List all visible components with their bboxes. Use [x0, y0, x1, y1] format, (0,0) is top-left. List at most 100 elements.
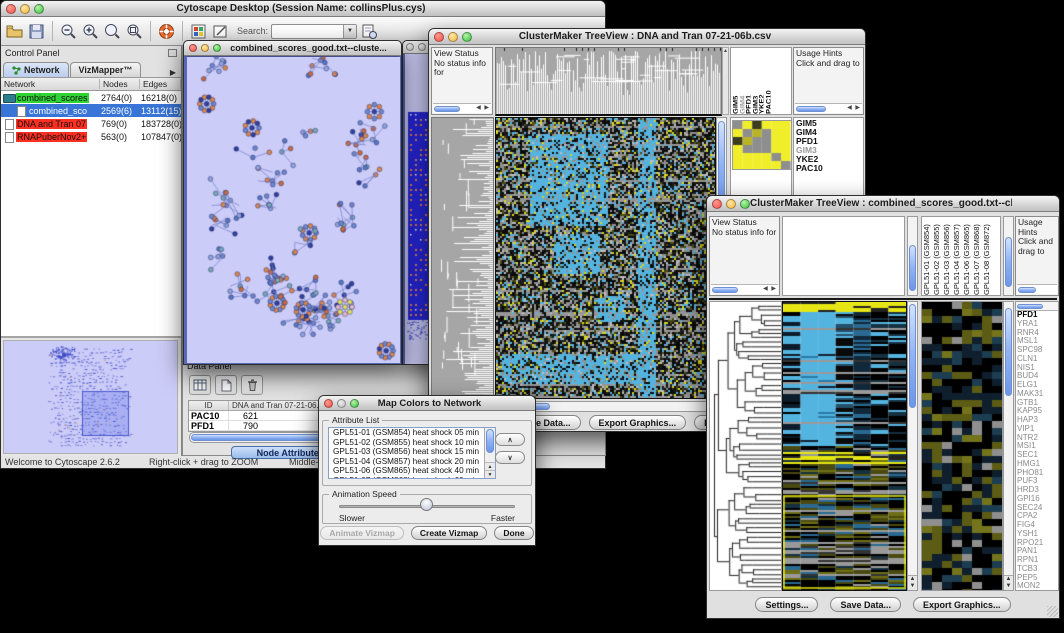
- column-dendrogram-area[interactable]: [782, 216, 905, 296]
- minimize-icon[interactable]: [201, 44, 209, 52]
- attribute-list-item[interactable]: GPL51-07 (GSM868) heat shock 60 min: [331, 476, 495, 479]
- zoom-icon[interactable]: [34, 4, 44, 14]
- network-list-row[interactable]: combined_scores 2764(0) 16218(0): [1, 91, 181, 104]
- gene-label[interactable]: PAC10: [796, 164, 861, 173]
- network-view-canvas[interactable]: [187, 57, 400, 363]
- minimize-icon[interactable]: [20, 4, 30, 14]
- zoom-in-icon[interactable]: [81, 22, 100, 41]
- close-icon[interactable]: [189, 44, 197, 52]
- zoom-icon[interactable]: [350, 399, 359, 408]
- id-column-header[interactable]: ID: [189, 401, 229, 410]
- column-label[interactable]: PFD1: [744, 48, 751, 114]
- close-icon[interactable]: [6, 4, 16, 14]
- usage-hints-scrollbar[interactable]: [1017, 284, 1057, 294]
- help-lifering-icon[interactable]: [157, 22, 176, 41]
- column-label[interactable]: GPL51-06 (GSM865): [962, 217, 972, 295]
- attribute-list-item[interactable]: GPL51-06 (GSM865) heat shock 40 min: [331, 466, 495, 476]
- close-icon[interactable]: [434, 32, 444, 42]
- heatmap-main[interactable]: [782, 301, 907, 591]
- search-combobox[interactable]: [271, 24, 357, 39]
- column-header[interactable]: Edges: [140, 79, 181, 89]
- column-label[interactable]: GPL51-07 (GSM868): [972, 217, 982, 295]
- select-attributes-button[interactable]: [189, 375, 211, 395]
- attribute-list-item[interactable]: GPL51-04 (GSM857) heat shock 20 min: [331, 457, 495, 467]
- minimize-icon[interactable]: [448, 32, 458, 42]
- column-header[interactable]: Nodes: [100, 79, 140, 89]
- zoom-icon[interactable]: [213, 44, 221, 52]
- scroll-up-icon[interactable]: [485, 462, 495, 470]
- scroll-down-icon[interactable]: [485, 470, 495, 478]
- treeview2-titlebar[interactable]: ClusterMaker TreeView : combined_scores_…: [707, 196, 1059, 212]
- network-view-titlebar[interactable]: combined_scores_good.txt--cluste...: [184, 41, 401, 56]
- zoom-out-icon[interactable]: [59, 22, 78, 41]
- row-dendrogram[interactable]: [709, 301, 782, 591]
- heatmap-zoom-view[interactable]: [921, 301, 1003, 591]
- zoom-icon[interactable]: [740, 199, 750, 209]
- dialog-button[interactable]: Create Vizmap: [411, 526, 487, 540]
- column-dendrogram[interactable]: [495, 47, 722, 116]
- zoom-selected-icon[interactable]: [125, 22, 144, 41]
- heatmap-main[interactable]: [495, 117, 716, 399]
- open-session-icon[interactable]: [5, 22, 24, 41]
- float-panel-icon[interactable]: [168, 49, 177, 57]
- network-list-row[interactable]: RNAPuberNov2+ 563(0) 107847(0): [1, 130, 181, 143]
- main-titlebar[interactable]: Cytoscape Desktop (Session Name: collins…: [1, 1, 605, 17]
- annotation-icon[interactable]: [211, 22, 230, 41]
- dialog-button[interactable]: Done: [494, 526, 533, 540]
- attribute-list-item[interactable]: GPL51-01 (GSM854) heat shock 05 min: [331, 428, 495, 438]
- vizmapper-icon[interactable]: [189, 22, 208, 41]
- dialog-titlebar[interactable]: Map Colors to Network: [319, 396, 535, 411]
- network-overview-canvas[interactable]: [3, 340, 178, 454]
- column-label[interactable]: GPL51-04 (GSM857): [952, 217, 962, 295]
- save-session-icon[interactable]: [27, 22, 46, 41]
- attribute-list-item[interactable]: GPL51-02 (GSM855) heat shock 10 min: [331, 438, 495, 448]
- delete-attribute-button[interactable]: [241, 375, 263, 395]
- view-status-scrollbar[interactable]: [433, 103, 491, 113]
- advanced-search-icon[interactable]: [360, 22, 379, 41]
- attribute-listbox[interactable]: GPL51-01 (GSM854) heat shock 05 minGPL51…: [328, 427, 496, 479]
- column-scroll-arrow-icon[interactable]: [722, 47, 729, 115]
- column-label[interactable]: GPL51-02 (GSM855): [932, 217, 942, 295]
- close-icon[interactable]: [406, 43, 414, 51]
- zoom-fit-icon[interactable]: [103, 22, 122, 41]
- zoom-vscrollbar[interactable]: ▲▼: [1003, 301, 1014, 591]
- column-label[interactable]: GIM5: [731, 48, 738, 114]
- row-dendrogram[interactable]: [431, 117, 494, 399]
- treeview-button[interactable]: Export Graphics...: [913, 597, 1011, 612]
- column-header[interactable]: Network: [1, 79, 100, 89]
- column-label[interactable]: GPL51-01 (GSM854): [922, 217, 932, 295]
- search-dropdown-icon[interactable]: [343, 25, 356, 38]
- treeview-button[interactable]: Save Data...: [830, 597, 901, 612]
- usage-hints-scrollbar[interactable]: [795, 103, 862, 113]
- column-label[interactable]: GPL51-03 (GSM856): [942, 217, 952, 295]
- tab-network[interactable]: Network: [3, 62, 69, 77]
- zoom-icon[interactable]: [462, 32, 472, 42]
- network-list-row[interactable]: DNA and Tran 07 769(0) 183728(0): [1, 117, 181, 130]
- close-icon[interactable]: [324, 399, 333, 408]
- column-label[interactable]: YKE2: [757, 48, 764, 114]
- listbox-vscrollbar[interactable]: [484, 428, 495, 478]
- column-label[interactable]: PAC10: [764, 48, 771, 114]
- new-attribute-button[interactable]: [215, 375, 237, 395]
- dialog-button[interactable]: Animate Vizmap: [320, 526, 404, 540]
- view-status-scrollbar[interactable]: [711, 284, 778, 294]
- heatmap-vscrollbar[interactable]: ▲▼: [907, 301, 918, 591]
- move-down-button[interactable]: ∨: [495, 451, 525, 464]
- column-area-vscrollbar[interactable]: [907, 216, 918, 296]
- resize-grip[interactable]: [1047, 606, 1058, 617]
- labels-vscrollbar[interactable]: [1003, 216, 1014, 296]
- attribute-list-item[interactable]: GPL51-03 (GSM856) heat shock 15 min: [331, 447, 495, 457]
- column-label[interactable]: GPL51-08 (GSM872): [982, 217, 992, 295]
- minimize-icon[interactable]: [726, 199, 736, 209]
- treeview-button[interactable]: Export Graphics...: [589, 415, 687, 430]
- minimize-icon[interactable]: [418, 43, 426, 51]
- tab-overflow-icon[interactable]: [167, 68, 179, 77]
- network-list-row[interactable]: combined_sco 2569(6) 13112(15): [1, 104, 181, 117]
- close-icon[interactable]: [712, 199, 722, 209]
- treeview1-titlebar[interactable]: ClusterMaker TreeView : DNA and Tran 07-…: [429, 29, 865, 45]
- move-up-button[interactable]: ∧: [495, 433, 525, 446]
- search-input[interactable]: [272, 25, 343, 38]
- treeview-button[interactable]: Settings...: [755, 597, 818, 612]
- speed-slider-thumb[interactable]: [420, 498, 433, 511]
- global-minimap-canvas[interactable]: [732, 120, 792, 170]
